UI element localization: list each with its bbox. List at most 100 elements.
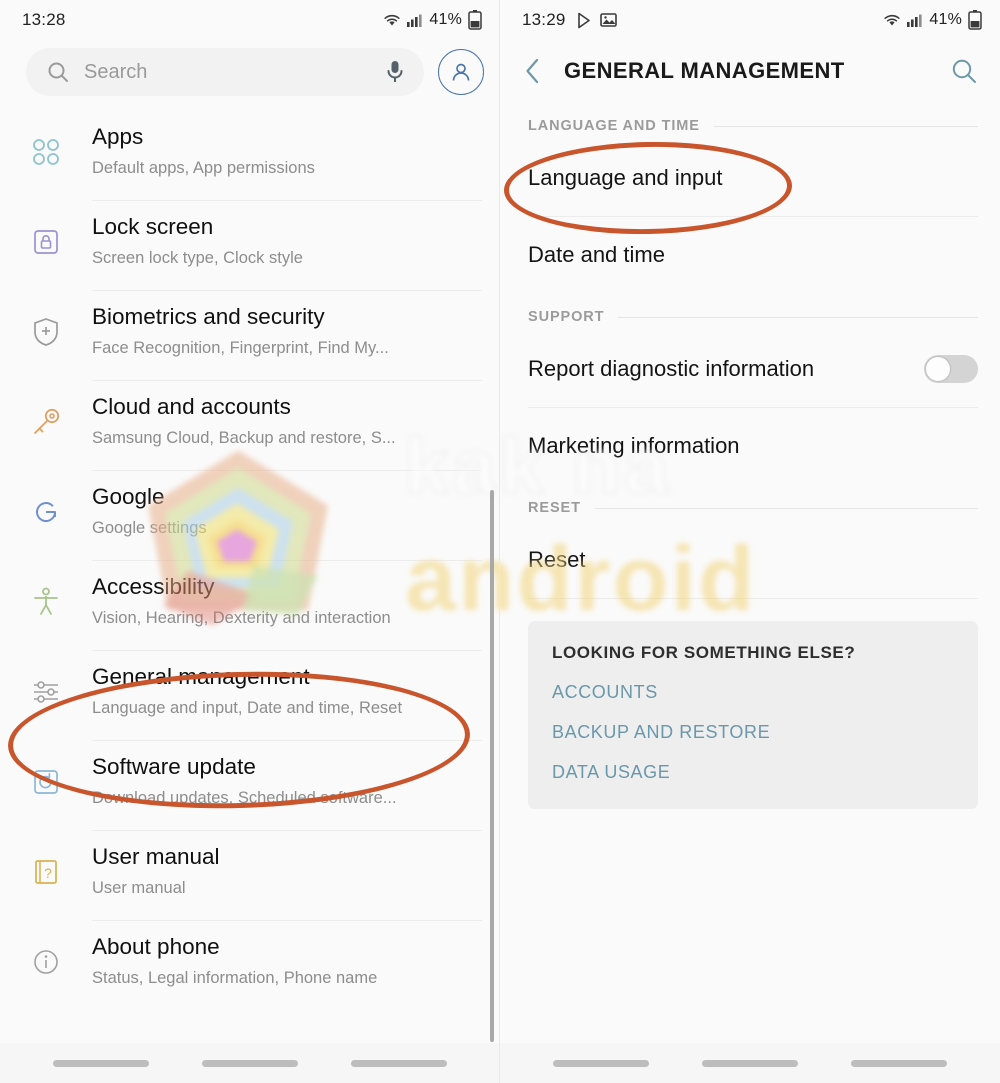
- dual-screenshot-container: 13:28 41% Search Apps Default apps, App …: [0, 0, 1000, 1083]
- setting-row-language-and-input[interactable]: Language and input: [500, 140, 1000, 216]
- settings-list: Apps Default apps, App permissions Lock …: [0, 110, 500, 1010]
- nav-back-button[interactable]: [351, 1059, 448, 1067]
- shield-plus-icon: [0, 303, 92, 349]
- panel-separator: [499, 0, 500, 1083]
- list-item-title: Apps: [92, 124, 144, 149]
- list-item-subtitle: Vision, Hearing, Dexterity and interacti…: [92, 608, 391, 627]
- list-item-title: Lock screen: [92, 214, 214, 239]
- section-divider: [618, 316, 978, 318]
- setting-row-reset[interactable]: Reset: [500, 522, 1000, 598]
- list-item-user-manual[interactable]: ? User manual User manual: [0, 830, 500, 920]
- section-label: RESET: [528, 500, 581, 516]
- setting-row-date-and-time[interactable]: Date and time: [500, 217, 1000, 293]
- setting-title: Language and input: [528, 165, 723, 190]
- nav-recents-button[interactable]: [552, 1059, 649, 1067]
- list-item-biometrics-and-security[interactable]: Biometrics and security Face Recognition…: [0, 290, 500, 380]
- account-avatar-icon[interactable]: [438, 49, 484, 95]
- left-status-bar: 13:28 41%: [0, 0, 500, 40]
- signal-icon: [406, 12, 422, 28]
- row-divider: [528, 598, 978, 599]
- setting-row-report-diagnostic-information[interactable]: Report diagnostic information: [500, 331, 1000, 407]
- left-phone-screen: 13:28 41% Search Apps Default apps, App …: [0, 0, 500, 1083]
- list-item-subtitle: User manual: [92, 878, 186, 897]
- setting-row-marketing-information[interactable]: Marketing information: [500, 408, 1000, 484]
- card-link-data-usage[interactable]: DATA USAGE: [552, 762, 954, 783]
- right-phone-screen: 13:29 41% GENERAL MANAGEMENT LANGUAGE AN…: [500, 0, 1000, 1083]
- list-item-title: Software update: [92, 754, 256, 779]
- list-item-subtitle: Face Recognition, Fingerprint, Find My..…: [92, 338, 389, 357]
- search-icon: [46, 60, 70, 84]
- battery-icon: [468, 10, 482, 30]
- list-item-general-management[interactable]: General management Language and input, D…: [0, 650, 500, 740]
- page-title: GENERAL MANAGEMENT: [564, 58, 845, 83]
- list-item-subtitle: Screen lock type, Clock style: [92, 248, 303, 267]
- list-item-about-phone[interactable]: About phone Status, Legal information, P…: [0, 920, 500, 1010]
- svg-text:?: ?: [44, 865, 52, 881]
- section-header-reset: RESET: [500, 484, 1000, 522]
- setting-title: Date and time: [528, 242, 665, 267]
- list-item-title: User manual: [92, 844, 220, 869]
- list-item-subtitle: Download updates, Scheduled software...: [92, 788, 397, 807]
- wifi-icon: [382, 12, 402, 28]
- list-item-subtitle: Language and input, Date and time, Reset: [92, 698, 403, 717]
- list-item-subtitle: Default apps, App permissions: [92, 158, 315, 177]
- signal-icon: [906, 12, 922, 28]
- section-divider: [594, 507, 978, 509]
- section-label: LANGUAGE AND TIME: [528, 118, 700, 134]
- scroll-divider[interactable]: [490, 490, 494, 1042]
- list-item-apps[interactable]: Apps Default apps, App permissions: [0, 110, 500, 200]
- play-store-icon: [577, 12, 593, 29]
- lock-icon: [0, 213, 92, 259]
- search-bar-row: Search: [0, 40, 500, 110]
- search-icon[interactable]: [950, 57, 978, 85]
- list-item-cloud-and-accounts[interactable]: Cloud and accounts Samsung Cloud, Backup…: [0, 380, 500, 470]
- list-item-title: General management: [92, 664, 310, 689]
- section-divider: [713, 125, 978, 127]
- list-item-software-update[interactable]: Software update Download updates, Schedu…: [0, 740, 500, 830]
- google-g-icon: [0, 483, 92, 529]
- back-chevron-icon[interactable]: [522, 56, 544, 86]
- wifi-icon: [882, 12, 902, 28]
- sliders-icon: [0, 663, 92, 709]
- apps-grid-icon: [0, 123, 92, 169]
- battery-percent-label: 41%: [929, 11, 962, 28]
- app-bar: GENERAL MANAGEMENT: [500, 40, 1000, 102]
- software-update-icon: [0, 753, 92, 799]
- status-time: 13:29: [522, 10, 566, 29]
- list-item-accessibility[interactable]: Accessibility Vision, Hearing, Dexterity…: [0, 560, 500, 650]
- key-icon: [0, 393, 92, 439]
- card-title: LOOKING FOR SOMETHING ELSE?: [552, 643, 856, 662]
- left-navigation-bar: [0, 1043, 500, 1083]
- setting-title: Report diagnostic information: [528, 356, 815, 381]
- nav-home-button[interactable]: [201, 1059, 298, 1067]
- right-status-bar: 13:29 41%: [500, 0, 1000, 40]
- section-header-support: SUPPORT: [500, 293, 1000, 331]
- status-time: 13:28: [22, 10, 66, 29]
- search-placeholder: Search: [84, 60, 148, 83]
- search-input[interactable]: Search: [26, 48, 424, 96]
- looking-for-something-else-card: LOOKING FOR SOMETHING ELSE? ACCOUNTS BAC…: [528, 621, 978, 809]
- list-item-title: Accessibility: [92, 574, 215, 599]
- card-link-backup-and-restore[interactable]: BACKUP AND RESTORE: [552, 722, 954, 743]
- section-header-language-and-time: LANGUAGE AND TIME: [500, 102, 1000, 140]
- nav-recents-button[interactable]: [52, 1059, 149, 1067]
- microphone-icon[interactable]: [384, 59, 406, 85]
- list-item-subtitle: Samsung Cloud, Backup and restore, S...: [92, 428, 396, 447]
- report-diagnostic-toggle[interactable]: [924, 355, 978, 383]
- list-item-google[interactable]: Google Google settings: [0, 470, 500, 560]
- right-navigation-bar: [500, 1043, 1000, 1083]
- list-item-title: About phone: [92, 934, 220, 959]
- user-manual-icon: ?: [0, 843, 92, 889]
- info-icon: [0, 933, 92, 979]
- card-link-accounts[interactable]: ACCOUNTS: [552, 682, 954, 703]
- battery-percent-label: 41%: [429, 11, 462, 28]
- section-label: SUPPORT: [528, 309, 605, 325]
- nav-back-button[interactable]: [851, 1059, 948, 1067]
- setting-title: Marketing information: [528, 433, 740, 458]
- list-item-title: Google: [92, 484, 165, 509]
- setting-title: Reset: [528, 547, 586, 572]
- list-item-lock-screen[interactable]: Lock screen Screen lock type, Clock styl…: [0, 200, 500, 290]
- list-item-title: Biometrics and security: [92, 304, 325, 329]
- battery-icon: [968, 10, 982, 30]
- nav-home-button[interactable]: [701, 1059, 798, 1067]
